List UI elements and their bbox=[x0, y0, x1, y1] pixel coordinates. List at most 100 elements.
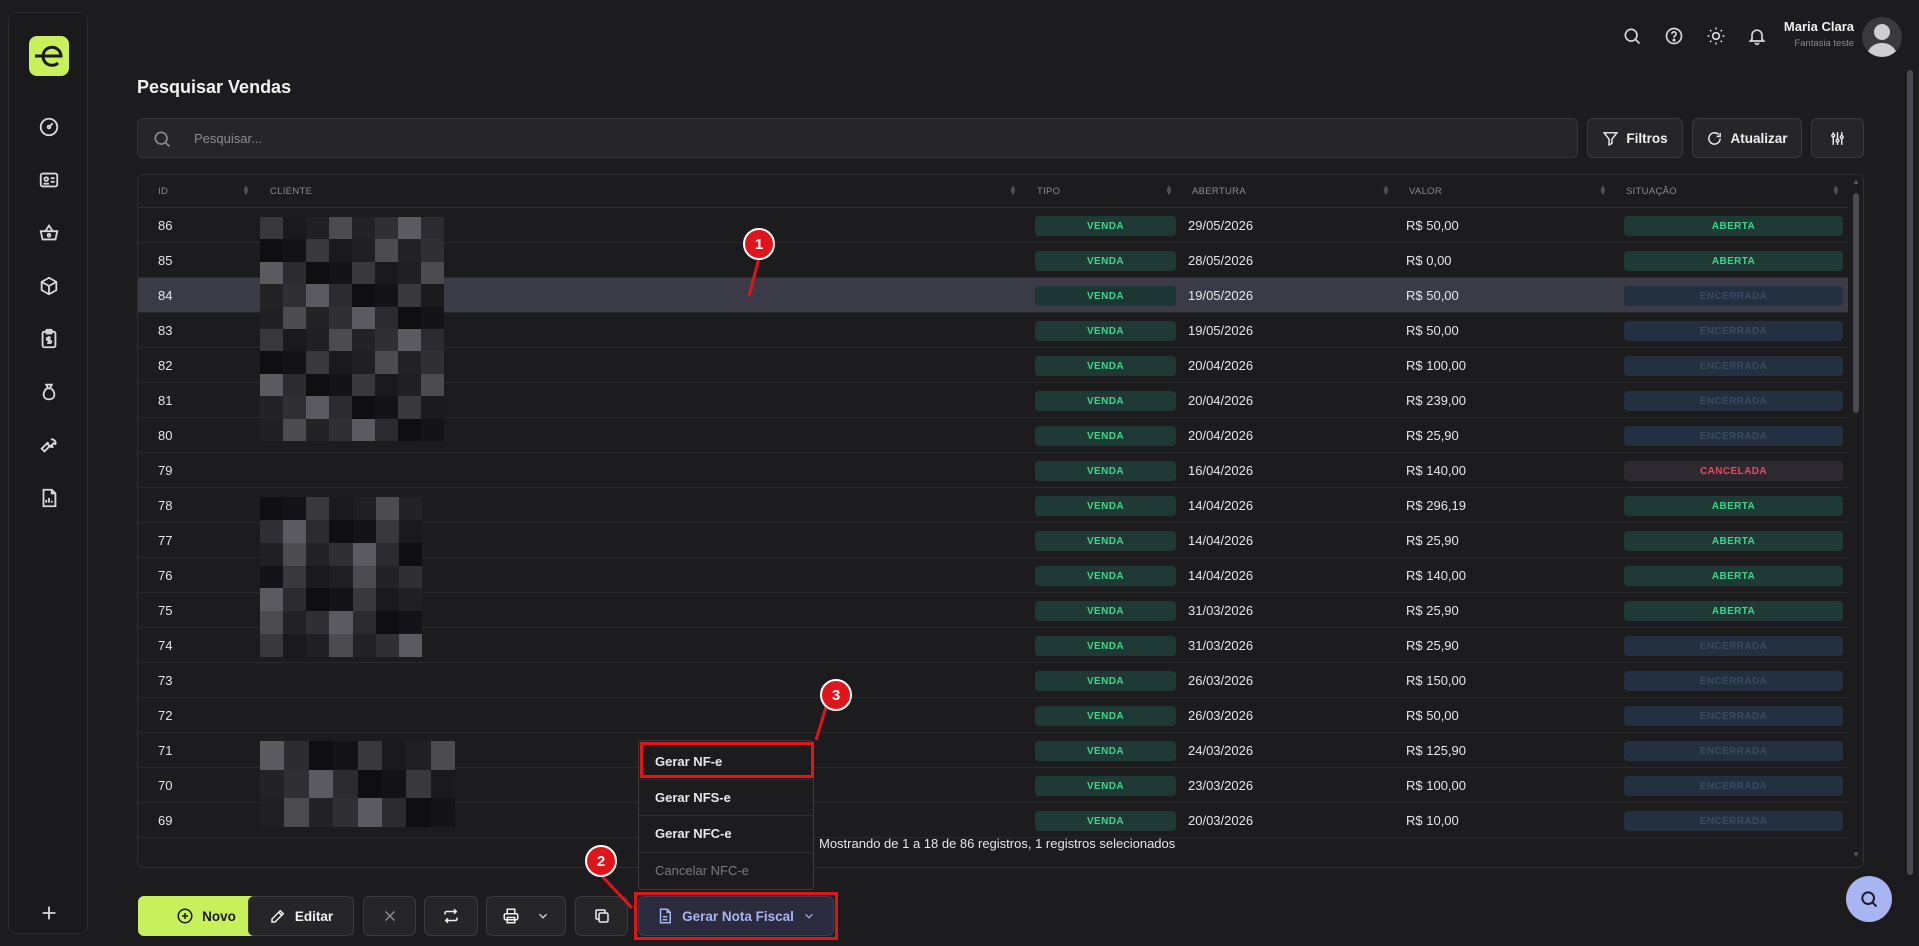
copy-icon bbox=[594, 909, 609, 923]
filters-button[interactable]: Filtros bbox=[1587, 118, 1683, 158]
type-badge: VENDA bbox=[1035, 706, 1176, 726]
plus-circle-icon bbox=[177, 908, 193, 924]
cell-value: R$ 25,90 bbox=[1406, 638, 1459, 653]
table-row[interactable]: 72 VENDA 26/03/2026 R$ 50,00 ENCERRADA bbox=[138, 698, 1848, 733]
column-header-opening[interactable]: ABERTURA bbox=[1192, 186, 1246, 197]
chevron-down-icon bbox=[539, 913, 547, 919]
close-icon bbox=[384, 910, 395, 922]
refresh-button[interactable]: Atualizar bbox=[1692, 118, 1802, 158]
type-badge: VENDA bbox=[1035, 566, 1176, 586]
type-badge: VENDA bbox=[1035, 216, 1176, 236]
scroll-down-arrow[interactable]: ▼ bbox=[1852, 850, 1860, 859]
type-badge: VENDA bbox=[1035, 286, 1176, 306]
print-button[interactable] bbox=[486, 896, 566, 936]
type-badge: VENDA bbox=[1035, 496, 1176, 516]
step-marker-3: 3 bbox=[820, 679, 852, 711]
cell-opening-date: 24/03/2026 bbox=[1188, 743, 1254, 758]
cell-id: 72 bbox=[158, 708, 173, 723]
cell-id: 76 bbox=[158, 568, 173, 583]
convert-button[interactable] bbox=[424, 896, 478, 936]
sort-icon[interactable]: ▲ ▼ bbox=[1382, 184, 1390, 197]
generate-nfse-item[interactable]: Gerar NFS-e bbox=[639, 779, 813, 815]
edit-icon bbox=[271, 909, 285, 923]
column-header-type[interactable]: TIPO bbox=[1037, 186, 1060, 197]
cell-opening-date: 14/04/2026 bbox=[1188, 498, 1254, 513]
sort-icon[interactable]: ▲ ▼ bbox=[1599, 184, 1607, 197]
redacted-client-names bbox=[260, 217, 444, 441]
edit-button[interactable]: Editar bbox=[248, 896, 354, 936]
cell-id: 80 bbox=[158, 428, 173, 443]
avatar[interactable] bbox=[1862, 17, 1902, 57]
cell-id: 84 bbox=[158, 288, 173, 303]
filter-icon bbox=[1603, 131, 1619, 146]
status-badge: ENCERRADA bbox=[1624, 811, 1843, 831]
table-scrollbar-thumb[interactable] bbox=[1853, 193, 1859, 413]
search-icon[interactable] bbox=[1620, 24, 1644, 48]
type-badge: VENDA bbox=[1035, 531, 1176, 551]
column-settings-button[interactable] bbox=[1811, 118, 1864, 158]
duplicate-button[interactable] bbox=[575, 896, 628, 936]
cell-id: 83 bbox=[158, 323, 173, 338]
basket-icon[interactable] bbox=[35, 219, 63, 247]
status-badge: ABERTA bbox=[1624, 216, 1843, 236]
filters-label: Filtros bbox=[1626, 130, 1668, 146]
app-logo[interactable] bbox=[29, 36, 69, 76]
cell-opening-date: 16/04/2026 bbox=[1188, 463, 1254, 478]
cell-id: 77 bbox=[158, 533, 173, 548]
user-name[interactable]: Maria Clara bbox=[1784, 19, 1854, 34]
table-scrollbar[interactable]: ▲ ▼ bbox=[1849, 177, 1863, 867]
type-badge: VENDA bbox=[1035, 601, 1176, 621]
cell-opening-date: 19/05/2026 bbox=[1188, 288, 1254, 303]
cell-id: 69 bbox=[158, 813, 173, 828]
dashboard-icon[interactable] bbox=[35, 113, 63, 141]
page-scrollbar[interactable] bbox=[1906, 70, 1914, 875]
cell-value: R$ 140,00 bbox=[1406, 568, 1466, 583]
table-row[interactable]: 73 VENDA 26/03/2026 R$ 150,00 ENCERRADA bbox=[138, 663, 1848, 698]
column-header-value[interactable]: VALOR bbox=[1409, 186, 1442, 197]
cell-value: R$ 25,90 bbox=[1406, 603, 1459, 618]
page-scrollbar-thumb[interactable] bbox=[1907, 70, 1913, 875]
status-badge: ENCERRADA bbox=[1624, 636, 1843, 656]
column-header-status[interactable]: SITUAÇÃO bbox=[1626, 186, 1677, 197]
status-badge: ENCERRADA bbox=[1624, 426, 1843, 446]
plus-icon[interactable] bbox=[35, 899, 63, 927]
table-row[interactable]: 79 VENDA 16/04/2026 R$ 140,00 CANCELADA bbox=[138, 453, 1848, 488]
cell-value: R$ 239,00 bbox=[1406, 393, 1466, 408]
floating-search-button[interactable] bbox=[1846, 876, 1892, 922]
cell-opening-date: 31/03/2026 bbox=[1188, 603, 1254, 618]
sort-icon[interactable]: ▲ ▼ bbox=[1009, 184, 1017, 197]
type-badge: VENDA bbox=[1035, 811, 1176, 831]
cell-opening-date: 14/04/2026 bbox=[1188, 568, 1254, 583]
document-icon bbox=[659, 908, 672, 924]
generate-nfce-item[interactable]: Gerar NFC-e bbox=[639, 815, 813, 851]
status-badge: ENCERRADA bbox=[1624, 321, 1843, 341]
delete-button[interactable] bbox=[363, 896, 416, 936]
box-icon[interactable] bbox=[35, 272, 63, 300]
id-card-icon[interactable] bbox=[35, 166, 63, 194]
cell-opening-date: 20/04/2026 bbox=[1188, 358, 1254, 373]
scroll-up-arrow[interactable]: ▲ bbox=[1852, 177, 1860, 186]
cell-value: R$ 296,19 bbox=[1406, 498, 1466, 513]
sort-icon[interactable]: ▲ ▼ bbox=[242, 184, 250, 197]
column-header-client[interactable]: CLIENTE bbox=[270, 186, 312, 197]
cell-id: 79 bbox=[158, 463, 173, 478]
step-marker-1: 1 bbox=[743, 228, 775, 260]
generate-nfe-item[interactable]: Gerar NF-e bbox=[639, 743, 813, 779]
clipboard-money-icon[interactable] bbox=[35, 325, 63, 353]
cell-opening-date: 28/05/2026 bbox=[1188, 253, 1254, 268]
help-icon[interactable] bbox=[1662, 24, 1686, 48]
generate-invoice-button[interactable]: Gerar Nota Fiscal bbox=[638, 896, 834, 936]
theme-sun-icon[interactable] bbox=[1704, 24, 1728, 48]
bell-icon[interactable] bbox=[1745, 24, 1769, 48]
logo-mark bbox=[35, 45, 63, 67]
status-badge: ABERTA bbox=[1624, 496, 1843, 516]
sort-icon[interactable]: ▲ ▼ bbox=[1832, 184, 1840, 197]
cell-value: R$ 100,00 bbox=[1406, 358, 1466, 373]
sort-icon[interactable]: ▲ ▼ bbox=[1165, 184, 1173, 197]
column-header-id[interactable]: ID bbox=[158, 186, 168, 197]
wrench-icon[interactable] bbox=[35, 431, 63, 459]
report-icon[interactable] bbox=[35, 484, 63, 512]
type-badge: VENDA bbox=[1035, 776, 1176, 796]
money-bag-icon[interactable] bbox=[35, 378, 63, 406]
search-input[interactable] bbox=[192, 119, 1562, 157]
